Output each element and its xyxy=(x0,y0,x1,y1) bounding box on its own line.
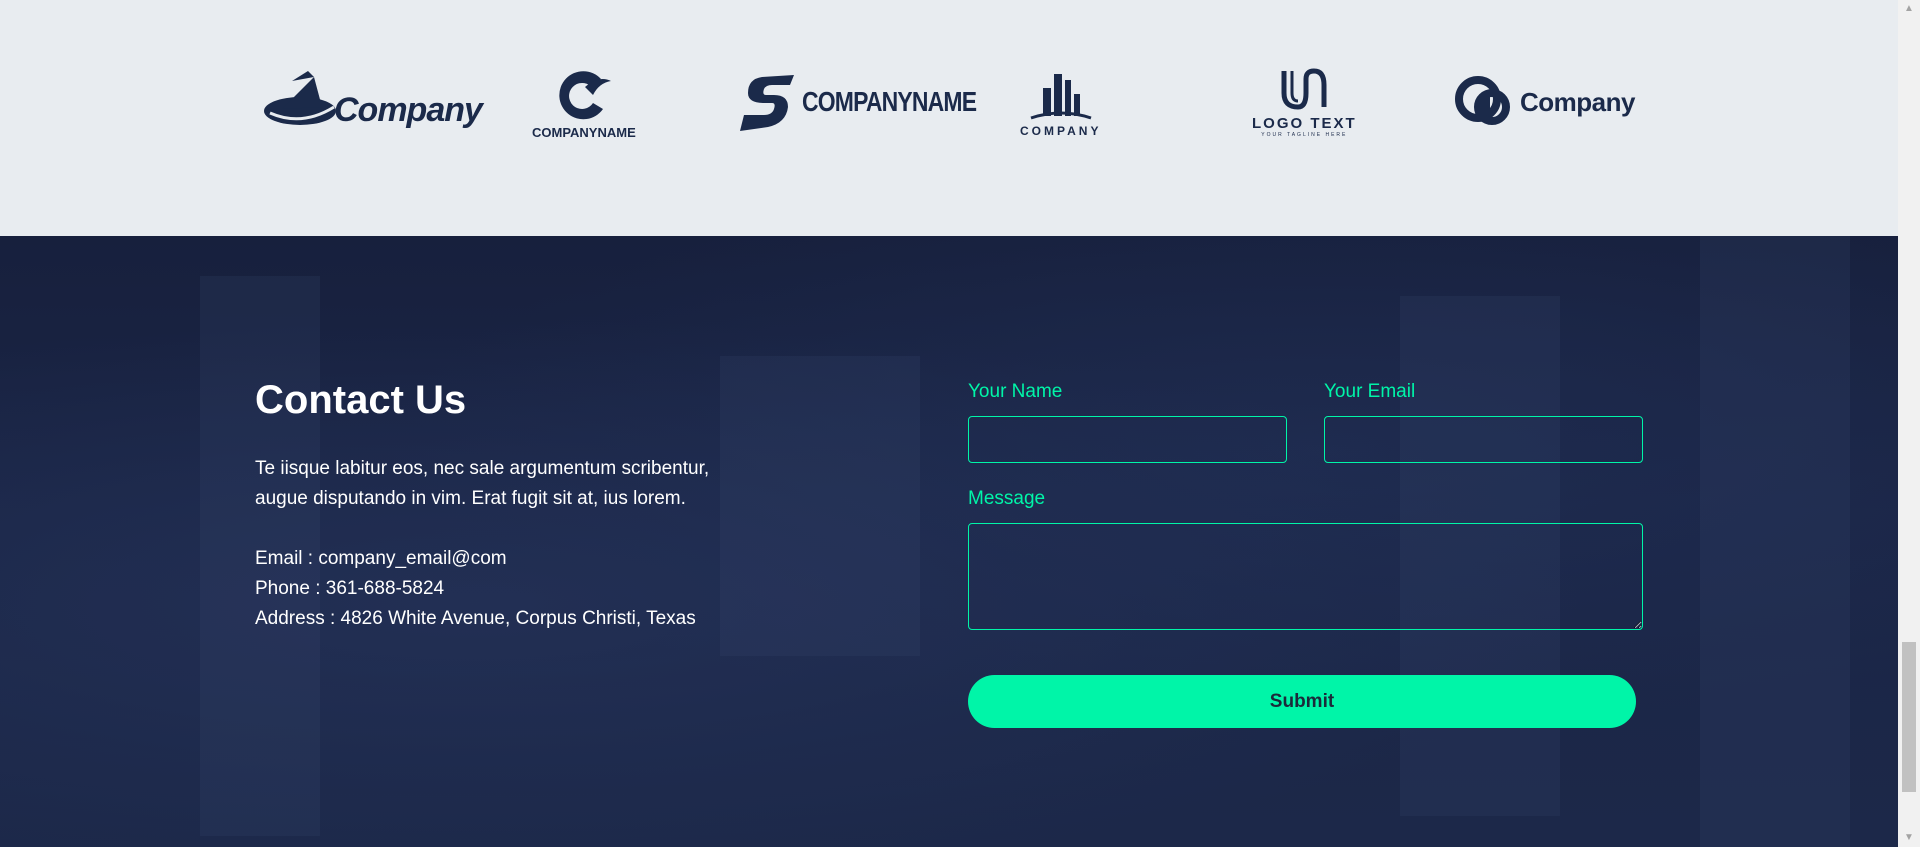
logo-5-tagline: YOUR TAGLINE HERE xyxy=(1261,131,1348,138)
c-logo-icon xyxy=(559,70,611,119)
s-logo-icon xyxy=(740,75,794,131)
buildings-logo-icon xyxy=(1030,74,1092,120)
background-photo-overlay xyxy=(1700,236,1850,847)
logo-1-text: Company xyxy=(334,90,483,129)
logo-5-text: LOGO TEXT xyxy=(1252,114,1357,132)
scroll-up-arrow-icon[interactable]: ▲ xyxy=(1898,0,1920,18)
link-logo-icon xyxy=(1455,76,1510,125)
logo-logo-text: LOGO TEXT YOUR TAGLINE HERE xyxy=(1252,62,1357,142)
scrollbar-thumb[interactable] xyxy=(1902,642,1916,792)
page-scrollbar[interactable]: ▲ ▼ xyxy=(1898,0,1920,847)
message-textarea[interactable] xyxy=(968,523,1643,630)
name-input[interactable] xyxy=(968,416,1287,463)
logo-3-text: COMPANYNAME xyxy=(802,86,977,117)
email-label: Your Email xyxy=(1324,381,1416,402)
logo-companyname-c: COMPANYNAME xyxy=(532,62,636,142)
contact-description: Te iisque labitur eos, nec sale argument… xyxy=(255,458,710,509)
contact-email: Email : company_email@com xyxy=(255,548,507,569)
hat-logo-icon xyxy=(264,71,336,125)
contact-heading: Contact Us xyxy=(255,378,467,422)
email-input[interactable] xyxy=(1324,416,1643,463)
logo-company-link: Company xyxy=(1454,62,1635,142)
logo-company-buildings: COMPANY xyxy=(1020,62,1101,142)
message-label: Message xyxy=(968,488,1046,509)
contact-phone: Phone : 361-688-5824 xyxy=(255,578,445,599)
contact-section: Contact Us Te iisque labitur eos, nec sa… xyxy=(0,236,1898,847)
logo-6-text: Company xyxy=(1520,86,1635,117)
logo-2-text: COMPANYNAME xyxy=(532,124,636,140)
logo-company-hat: Company xyxy=(262,62,483,142)
submit-button[interactable]: Submit xyxy=(968,675,1636,728)
logo-companyname-s: COMPANYNAME xyxy=(738,62,1014,142)
contact-address: Address : 4826 White Avenue, Corpus Chri… xyxy=(255,608,696,629)
scroll-down-arrow-icon[interactable]: ▼ xyxy=(1898,829,1920,847)
u-logo-icon xyxy=(1281,67,1327,110)
name-label: Your Name xyxy=(968,381,1063,402)
partner-logos-band: Company COMPANYNAME COMPANYNAME COMPANY xyxy=(0,0,1898,236)
logo-4-text: COMPANY xyxy=(1020,124,1102,138)
